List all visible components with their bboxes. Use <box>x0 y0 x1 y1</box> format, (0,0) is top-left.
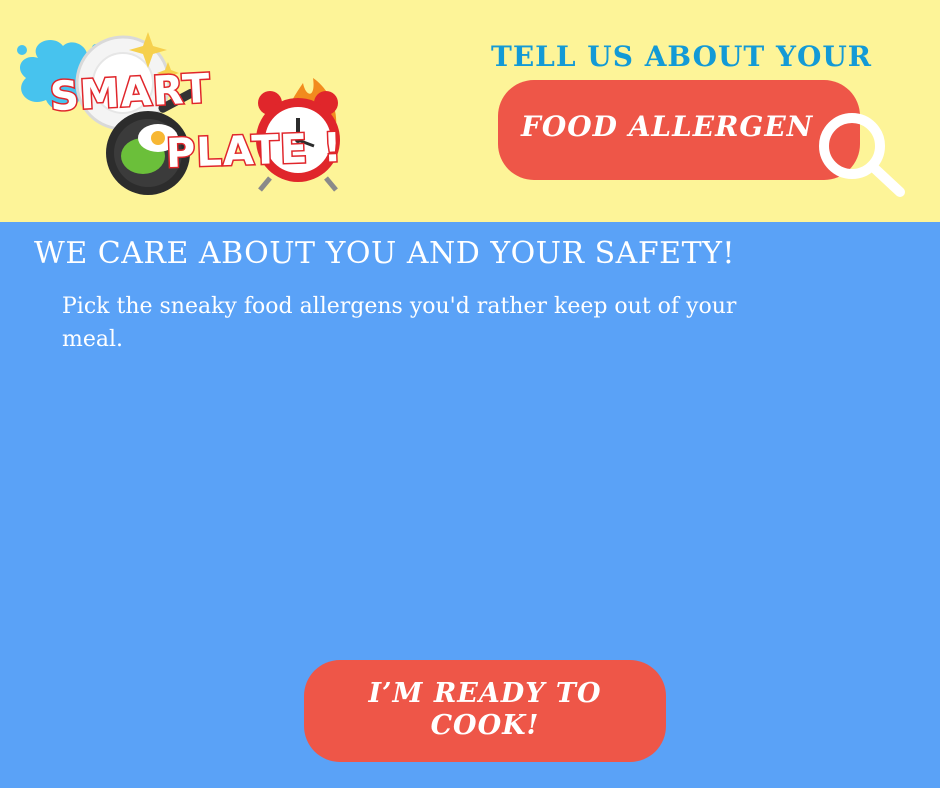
tagline: TELL US ABOUT YOUR <box>491 40 873 73</box>
ready-to-cook-label-line2: COOK! <box>430 710 540 741</box>
search-icon[interactable] <box>814 112 906 198</box>
logo-word-smart: SMART <box>47 64 213 121</box>
ready-to-cook-label-line1: I’M READY TO <box>368 678 602 709</box>
logo-word-plate: PLATE ! <box>164 123 345 178</box>
food-allergen-label: FOOD ALLERGEN <box>521 110 814 143</box>
smart-plate-logo[interactable]: SMART PLATE ! <box>8 28 358 198</box>
ready-to-cook-label: I’M READY TO COOK! <box>304 678 666 742</box>
ready-to-cook-button[interactable]: I’M READY TO COOK! <box>304 660 666 762</box>
page-heading: WE CARE ABOUT YOU AND YOUR SAFETY! <box>34 236 735 271</box>
page-description: Pick the sneaky food allergens you'd rat… <box>62 294 737 352</box>
